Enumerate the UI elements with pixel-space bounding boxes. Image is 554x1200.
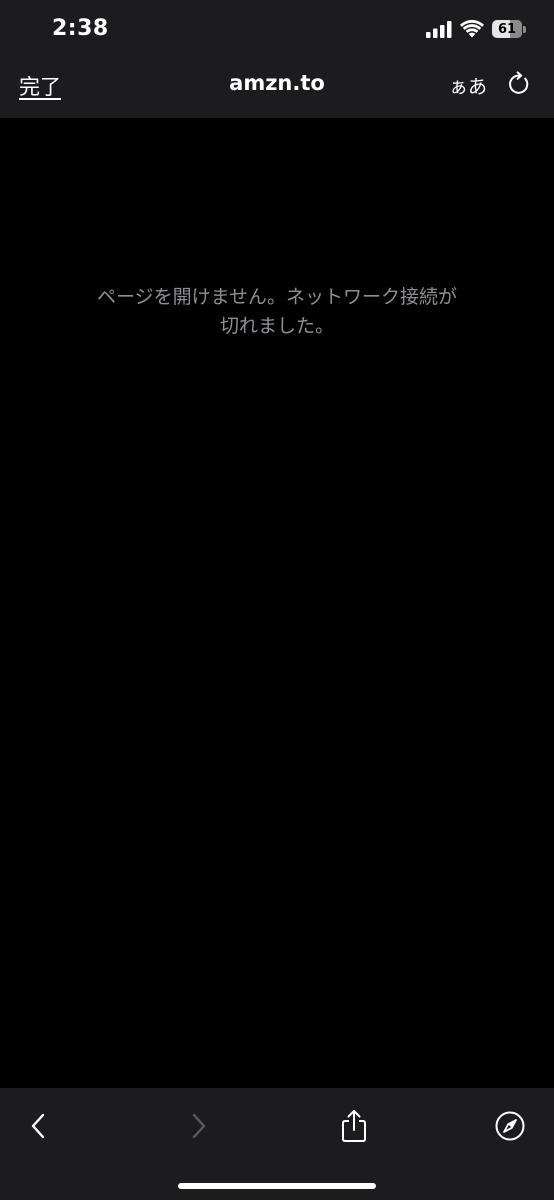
browser-chrome-header: 2:38 61 完了 amzn.to ぁあ <box>0 0 554 118</box>
reload-button[interactable] <box>505 70 533 98</box>
wifi-icon <box>460 20 484 38</box>
status-time: 2:38 <box>52 16 109 41</box>
error-message: ページを開けません。ネットワーク接続が 切れました。 <box>60 283 494 341</box>
forward-icon <box>192 1113 206 1139</box>
battery-level: 61 <box>497 21 517 37</box>
safari-compass-icon <box>495 1111 525 1141</box>
open-in-safari-button[interactable] <box>490 1106 530 1146</box>
status-bar: 2:38 61 <box>0 0 554 60</box>
share-icon <box>342 1110 366 1142</box>
battery-icon: 61 <box>492 19 526 39</box>
back-icon <box>31 1113 45 1139</box>
error-message-line-1: ページを開けません。ネットワーク接続が <box>96 286 458 308</box>
cellular-signal-icon <box>426 21 452 38</box>
status-icons: 61 <box>426 19 526 39</box>
forward-button[interactable] <box>178 1106 218 1146</box>
error-message-line-2: 切れました。 <box>219 315 334 337</box>
share-button[interactable] <box>334 1106 374 1146</box>
nav-bar: 完了 amzn.to ぁあ <box>0 60 554 118</box>
reload-icon <box>509 71 529 94</box>
web-content: ページを開けません。ネットワーク接続が 切れました。 <box>0 118 554 1088</box>
done-button[interactable]: 完了 <box>19 71 61 101</box>
text-size-button[interactable]: ぁあ <box>449 72 487 99</box>
home-indicator <box>178 1183 376 1189</box>
back-button[interactable] <box>19 1106 59 1146</box>
